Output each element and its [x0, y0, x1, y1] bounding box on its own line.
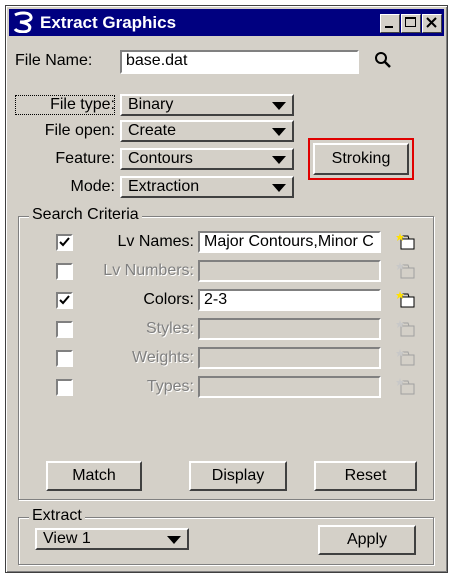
folder-icon[interactable] [396, 319, 418, 339]
criteria-checkbox[interactable] [56, 379, 73, 396]
criteria-input[interactable]: 2-3 [198, 289, 381, 311]
chevron-down-icon [272, 184, 286, 192]
criteria-label: Lv Names: [117, 233, 194, 250]
view-value: View 1 [43, 530, 91, 547]
close-icon [426, 17, 437, 28]
title-bar[interactable]: Extract Graphics [9, 9, 444, 36]
feature-dropdown[interactable]: Contours [120, 148, 294, 170]
chevron-down-icon [272, 128, 286, 136]
criteria-label: Types: [146, 378, 194, 395]
criteria-input[interactable] [198, 376, 381, 398]
file-open-value: Create [128, 122, 177, 139]
file-type-dropdown[interactable]: Binary [120, 94, 294, 116]
folder-icon[interactable] [396, 377, 418, 397]
minimize-button[interactable] [380, 14, 400, 33]
search-icon[interactable] [374, 51, 392, 69]
folder-icon[interactable] [396, 348, 418, 368]
criteria-checkbox[interactable] [56, 292, 73, 309]
criteria-input[interactable] [198, 318, 381, 340]
criteria-input[interactable]: Major Contours,Minor C [198, 231, 381, 253]
chevron-down-icon [167, 536, 181, 544]
chevron-down-icon [272, 156, 286, 164]
criteria-checkbox[interactable] [56, 263, 73, 280]
folder-icon[interactable] [396, 232, 418, 252]
folder-icon[interactable] [396, 261, 418, 281]
match-button[interactable]: Match [46, 461, 142, 491]
extract-graphics-window: Extract Graphics File Name: base.dat Fil… [5, 5, 448, 573]
check-icon [59, 295, 70, 305]
chevron-down-icon [272, 102, 286, 110]
window-title: Extract Graphics [40, 13, 177, 32]
minimize-icon [385, 26, 393, 28]
close-button[interactable] [422, 14, 442, 33]
folder-icon[interactable] [396, 290, 418, 310]
criteria-input[interactable] [198, 260, 381, 282]
stroking-button[interactable]: Stroking [313, 143, 409, 175]
file-type-value: Binary [128, 96, 174, 113]
feature-value: Contours [128, 150, 193, 167]
reset-button[interactable]: Reset [314, 461, 417, 491]
mode-value: Extraction [128, 178, 200, 195]
criteria-checkbox[interactable] [56, 234, 73, 251]
file-name-input[interactable]: base.dat [120, 50, 359, 74]
display-button[interactable]: Display [189, 461, 287, 491]
file-type-label: File type: [15, 95, 115, 115]
maximize-button[interactable] [401, 14, 421, 33]
criteria-checkbox[interactable] [56, 321, 73, 338]
file-open-dropdown[interactable]: Create [120, 120, 294, 142]
criteria-label: Styles: [145, 320, 194, 337]
criteria-label: Weights: [132, 349, 194, 366]
mode-dropdown[interactable]: Extraction [120, 176, 294, 198]
app-logo-icon [13, 11, 33, 33]
apply-button[interactable]: Apply [318, 525, 416, 555]
view-dropdown[interactable]: View 1 [35, 528, 189, 550]
file-open-label: File open: [44, 122, 115, 139]
maximize-icon [405, 17, 416, 27]
criteria-checkbox[interactable] [56, 350, 73, 367]
feature-label: Feature: [55, 150, 115, 167]
mode-label: Mode: [70, 178, 115, 195]
check-icon [59, 237, 70, 247]
search-criteria-title: Search Criteria [29, 206, 142, 224]
criteria-label: Colors: [143, 291, 194, 308]
file-name-label: File Name: [15, 52, 93, 69]
criteria-input[interactable] [198, 347, 381, 369]
criteria-label: Lv Numbers: [103, 262, 194, 279]
extract-title: Extract [29, 507, 85, 525]
